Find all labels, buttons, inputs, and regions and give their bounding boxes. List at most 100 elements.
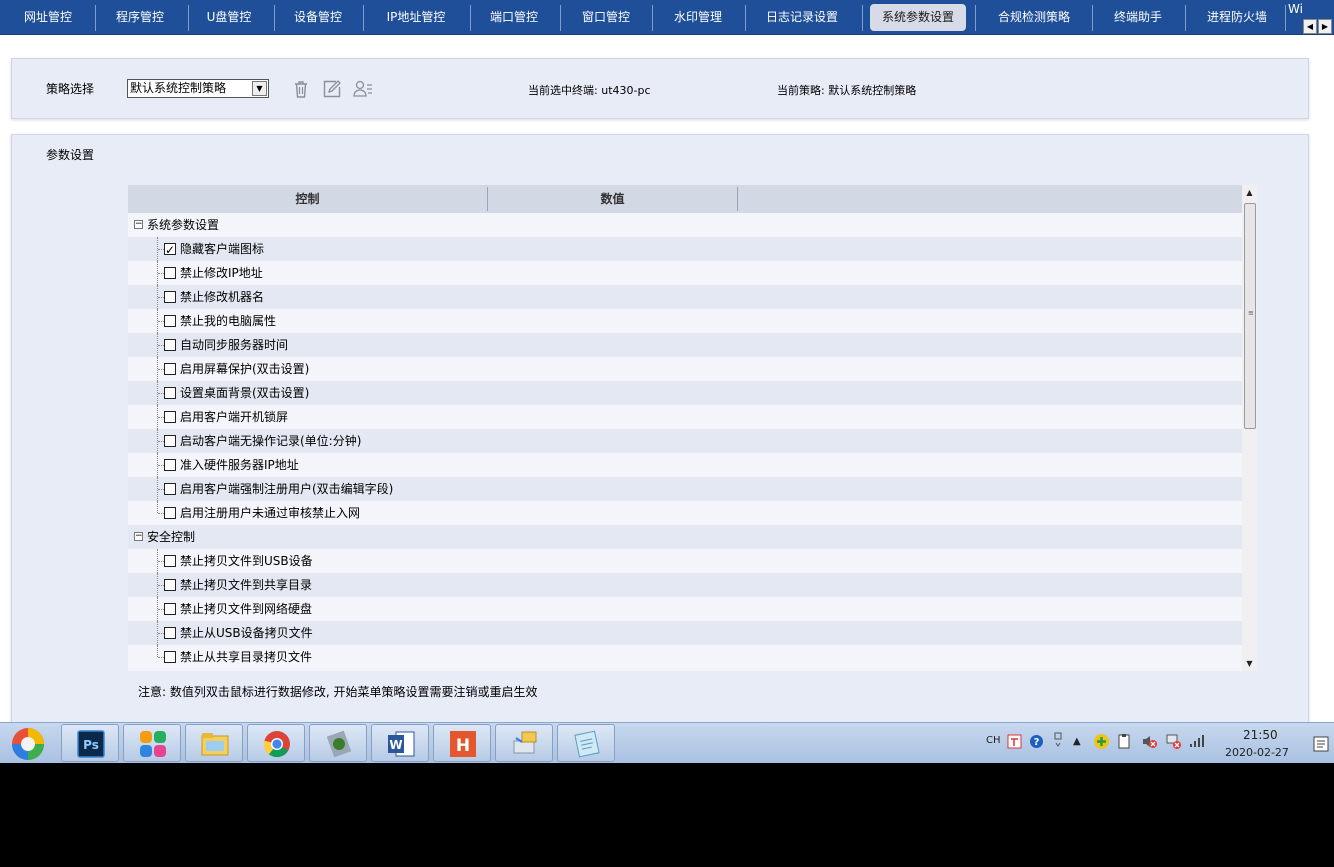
setting-row[interactable]: 禁止修改机器名 [128, 285, 1242, 309]
column-header-control[interactable]: 控制 [128, 185, 487, 213]
tab-watermark[interactable]: 水印管理 [658, 4, 738, 31]
params-grid: 控制 数值 −系统参数设置隐藏客户端图标禁止修改IP地址禁止修改机器名禁止我的电… [128, 185, 1242, 671]
tab-compliance[interactable]: 合规检测策略 [982, 4, 1086, 31]
input-language[interactable]: CH [986, 735, 1001, 746]
tab-system-params[interactable]: 系统参数设置 [870, 4, 966, 31]
setting-row[interactable]: 启动客户端无操作记录(单位:分钟) [128, 429, 1242, 453]
pin-icon[interactable] [1052, 731, 1064, 751]
setting-checkbox[interactable] [164, 651, 176, 663]
security-shield-icon[interactable] [1093, 733, 1110, 750]
user-list-icon[interactable] [352, 78, 374, 100]
tab-divider [1185, 5, 1186, 31]
chevron-down-icon[interactable]: ▼ [252, 81, 267, 96]
tab-divider [652, 5, 653, 31]
tab-scroll-left-icon[interactable]: ◀ [1303, 19, 1317, 34]
setting-checkbox[interactable] [164, 435, 176, 447]
setting-row[interactable]: 禁止从USB设备拷贝文件 [128, 621, 1242, 645]
tab-port-control[interactable]: 端口管控 [476, 4, 552, 31]
taskbar-app-notepad[interactable] [557, 724, 615, 762]
tab-scroll-right-icon[interactable]: ▶ [1318, 19, 1332, 34]
column-header-blank [738, 185, 1242, 213]
setting-checkbox[interactable] [164, 579, 176, 591]
setting-row[interactable]: 禁止我的电脑属性 [128, 309, 1242, 333]
edit-icon[interactable] [321, 78, 343, 100]
setting-row[interactable]: 禁止拷贝文件到USB设备 [128, 549, 1242, 573]
taskbar-app-chrome[interactable] [247, 724, 305, 762]
action-center-icon[interactable] [1312, 735, 1330, 753]
setting-row[interactable]: 禁止从共享目录拷贝文件 [128, 645, 1242, 669]
setting-row[interactable]: 准入硬件服务器IP地址 [128, 453, 1242, 477]
setting-row[interactable]: 启用屏幕保护(双击设置) [128, 357, 1242, 381]
tree-line [157, 501, 158, 513]
policy-select-value: 默认系统控制策略 [130, 81, 227, 95]
setting-row[interactable]: 启用客户端强制注册用户(双击编辑字段) [128, 477, 1242, 501]
setting-row[interactable]: 隐藏客户端图标 [128, 237, 1242, 262]
taskbar-app-word[interactable]: W [371, 724, 429, 762]
setting-checkbox[interactable] [164, 291, 176, 303]
setting-checkbox[interactable] [164, 411, 176, 423]
tab-overflow-label[interactable]: Wif [1288, 2, 1302, 34]
tab-ip-control[interactable]: IP地址管控 [370, 4, 462, 31]
column-header-value[interactable]: 数值 [488, 185, 737, 213]
taskbar-app-photoshop[interactable]: Ps [61, 724, 119, 762]
setting-checkbox[interactable] [164, 627, 176, 639]
tab-process-firewall[interactable]: 进程防火墙 [1192, 4, 1282, 31]
volume-muted-icon[interactable] [1141, 733, 1158, 750]
grid-vertical-scrollbar[interactable]: ▲ ≡ ▼ [1242, 185, 1257, 671]
setting-row[interactable]: 启用注册用户未通过审核禁止入网 [128, 501, 1242, 525]
setting-checkbox[interactable] [164, 603, 176, 615]
network-disconnected-icon[interactable] [1165, 733, 1182, 750]
tab-window-control[interactable]: 窗口管控 [566, 4, 646, 31]
setting-label: 禁止从USB设备拷贝文件 [180, 626, 313, 640]
current-policy-value: 默认系统控制策略 [828, 84, 917, 97]
tab-usb-control[interactable]: U盘管控 [192, 4, 266, 31]
trash-icon[interactable] [290, 78, 312, 100]
current-terminal: 当前选中终端: ut430-pc [528, 82, 651, 98]
tab-program-control[interactable]: 程序管控 [100, 4, 180, 31]
taskbar-app-tools[interactable] [309, 724, 367, 762]
group-row[interactable]: − 系统参数设置 [128, 213, 1242, 237]
scrollbar-thumb[interactable]: ≡ [1244, 203, 1256, 429]
policy-select[interactable]: 默认系统控制策略 ▼ [127, 79, 269, 98]
setting-label: 禁止修改IP地址 [180, 266, 263, 280]
setting-checkbox[interactable] [164, 507, 176, 519]
collapse-icon[interactable]: − [134, 532, 143, 541]
setting-checkbox[interactable] [164, 267, 176, 279]
start-button-icon[interactable] [10, 726, 46, 762]
setting-checkbox[interactable] [164, 238, 176, 262]
signal-strength-icon[interactable] [1189, 734, 1205, 748]
setting-row[interactable]: 禁止拷贝文件到网络硬盘 [128, 597, 1242, 621]
tab-terminal-helper[interactable]: 终端助手 [1098, 4, 1178, 31]
setting-checkbox[interactable] [164, 339, 176, 351]
setting-label: 禁止拷贝文件到网络硬盘 [180, 602, 313, 616]
setting-checkbox[interactable] [164, 315, 176, 327]
tab-log-settings[interactable]: 日志记录设置 [752, 4, 852, 31]
help-icon[interactable]: ? [1029, 734, 1044, 749]
taskbar-app-h[interactable]: H [433, 724, 491, 762]
setting-checkbox[interactable] [164, 363, 176, 375]
setting-checkbox[interactable] [164, 555, 176, 567]
setting-row[interactable]: 启用客户端开机锁屏 [128, 405, 1242, 429]
setting-row[interactable]: 设置桌面背景(双击设置) [128, 381, 1242, 405]
setting-checkbox[interactable] [164, 483, 176, 495]
taskbar-app-grid[interactable] [123, 724, 181, 762]
group-row[interactable]: − 安全控制 [128, 525, 1242, 549]
setting-checkbox[interactable] [164, 459, 176, 471]
clipboard-icon[interactable] [1117, 733, 1133, 750]
taskbar-app-network[interactable] [495, 724, 553, 762]
tab-device-control[interactable]: 设备管控 [280, 4, 356, 31]
clock-date[interactable]: 2020-02-27 [1225, 746, 1289, 759]
setting-row[interactable]: 禁止拷贝文件到共享目录 [128, 573, 1242, 597]
setting-row[interactable]: 禁止修改IP地址 [128, 261, 1242, 285]
show-hidden-icons-icon[interactable]: ▲ [1073, 736, 1081, 747]
scroll-up-icon[interactable]: ▲ [1242, 185, 1257, 200]
setting-row[interactable]: 自动同步服务器时间 [128, 333, 1242, 357]
collapse-icon[interactable]: − [134, 220, 143, 229]
input-method-icon[interactable] [1007, 734, 1022, 749]
clock-time[interactable]: 21:50 [1243, 728, 1278, 742]
taskbar-app-explorer[interactable] [185, 724, 243, 762]
setting-checkbox[interactable] [164, 387, 176, 399]
tab-url-control[interactable]: 网址管控 [8, 4, 88, 31]
scroll-down-icon[interactable]: ▼ [1242, 656, 1257, 671]
setting-label: 启用客户端强制注册用户(双击编辑字段) [180, 482, 394, 496]
